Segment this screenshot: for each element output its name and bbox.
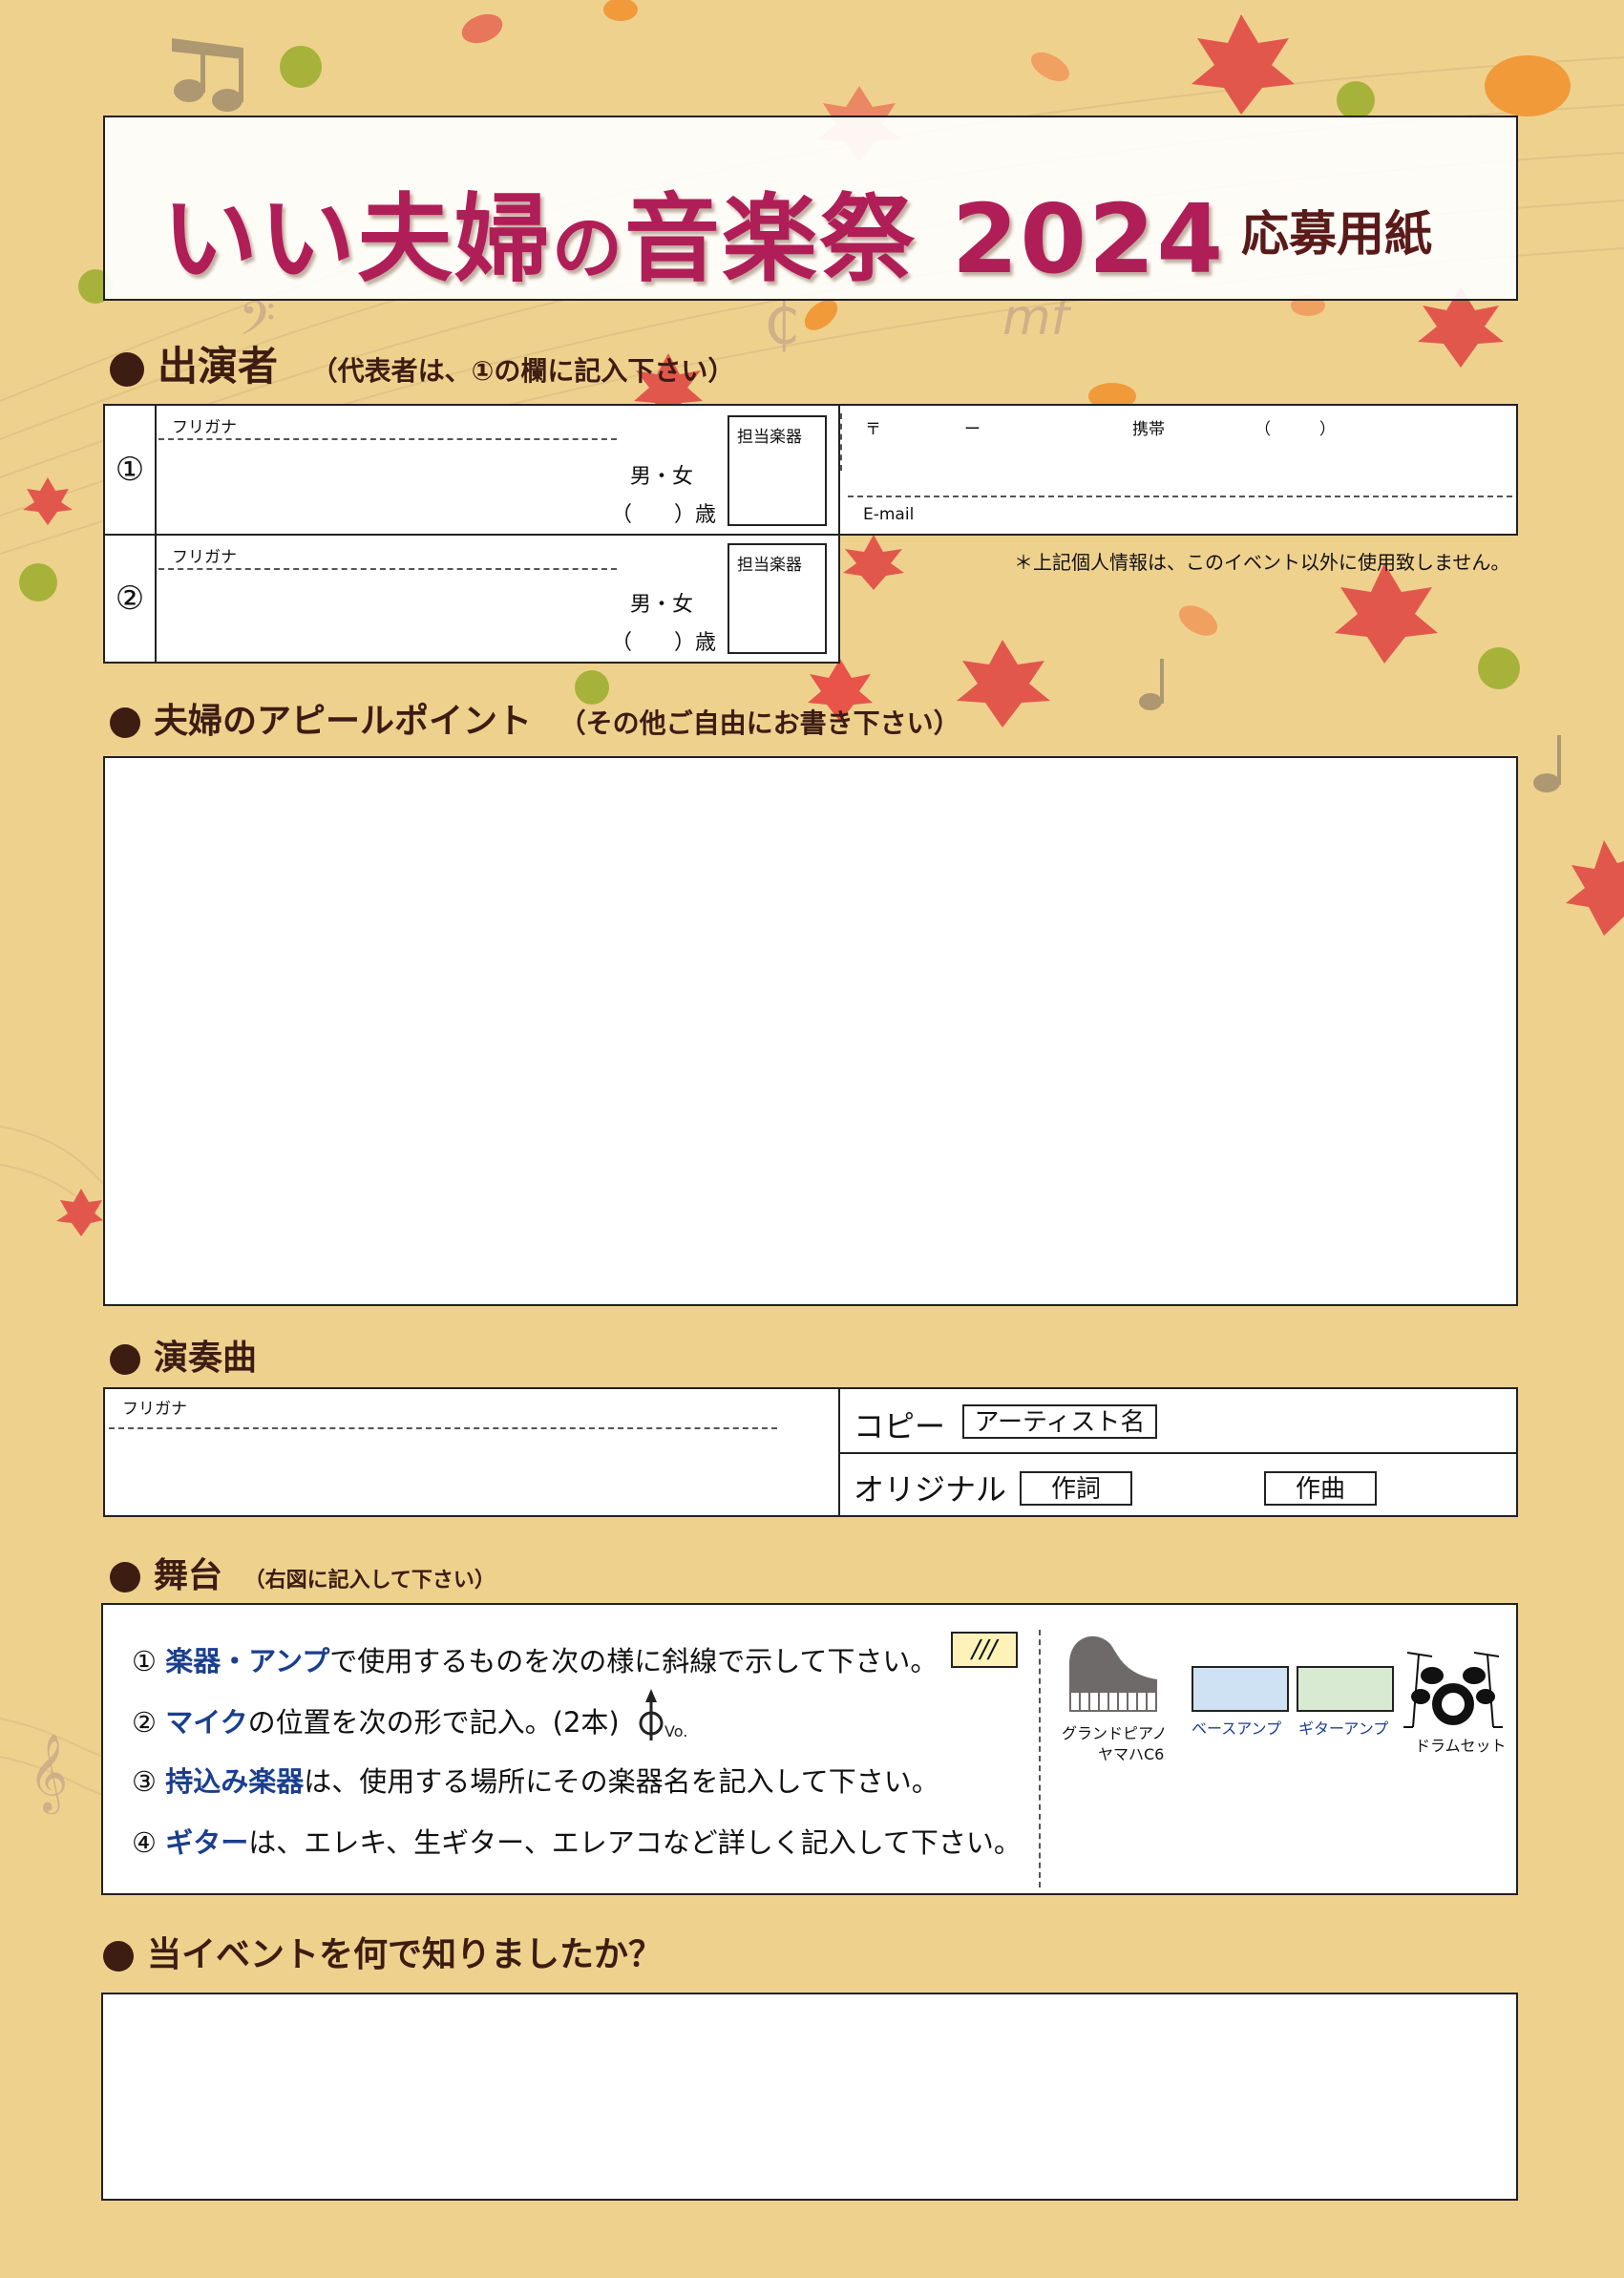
- bass-amp-label: ベースアンプ: [1192, 1719, 1282, 1738]
- instruction-4: ④ ギターは、エレキ、生ギター、エレアコなど詳しく記入して下さい。: [132, 1826, 1022, 1859]
- instruction-3: ③ 持込み楽器は、使用する場所にその楽器名を記入して下さい。: [132, 1765, 939, 1798]
- performer-row-1: ① フリガナ 男・女 （ ）歳 担当楽器: [103, 404, 840, 536]
- svg-text:𝄞: 𝄞: [29, 1733, 68, 1814]
- age-field[interactable]: （ ）歳: [611, 625, 716, 656]
- furigana-label: フリガナ: [122, 1400, 187, 1419]
- bass-amp[interactable]: [1192, 1666, 1289, 1712]
- bullet-icon: [110, 1344, 140, 1375]
- row-number: ②: [105, 536, 157, 662]
- hatch-sample: ///: [951, 1632, 1018, 1668]
- postal-label: 〒: [865, 420, 881, 439]
- source-heading: 当イベントを何で知りましたか？: [103, 1927, 663, 1976]
- bullet-icon: [110, 351, 144, 387]
- address-line[interactable]: [848, 496, 1512, 497]
- address-box: 〒 ー 携帯 （ ） E-mail: [838, 404, 1518, 536]
- composition-field[interactable]: 作曲: [1264, 1471, 1377, 1506]
- event-title: いい夫婦の音楽祭 2024: [162, 183, 1226, 295]
- furigana-line[interactable]: [158, 438, 617, 440]
- grand-piano-icon[interactable]: [1064, 1626, 1163, 1721]
- stage-divider: [1039, 1630, 1041, 1888]
- svg-text:Vo.: Vo.: [664, 1722, 687, 1740]
- age-field[interactable]: （ ）歳: [611, 497, 716, 528]
- appeal-heading: 夫婦のアピールポイント （その他ご自由にお書き下さい）: [110, 693, 960, 743]
- email-label: E-mail: [863, 505, 915, 524]
- stage-box: ① 楽器・アンプで使用するものを次の様に斜線で示して下さい。 /// ② マイク…: [101, 1603, 1518, 1895]
- original-label: オリジナル: [854, 1471, 1007, 1508]
- furigana-label: フリガナ: [172, 548, 237, 567]
- title-banner: いい夫婦の音楽祭 2024 応募用紙: [103, 116, 1518, 301]
- postal-dash: ー: [964, 420, 981, 439]
- copy-label: コピー: [854, 1408, 946, 1445]
- drums-label: ドラムセット: [1415, 1737, 1507, 1755]
- row-number: ①: [105, 406, 157, 534]
- gender-select[interactable]: 男・女: [630, 459, 693, 490]
- piano-label: グランドピアノ ヤマハC6: [1062, 1724, 1168, 1763]
- artist-field[interactable]: アーティスト名: [962, 1404, 1157, 1439]
- bullet-icon: [110, 1562, 140, 1592]
- furigana-line[interactable]: [158, 568, 617, 570]
- copy-row: コピー アーティスト名: [838, 1387, 1518, 1454]
- instrument-box[interactable]: 担当楽器: [728, 543, 827, 654]
- instruction-1: ① 楽器・アンプで使用するものを次の様に斜線で示して下さい。: [132, 1645, 939, 1677]
- instruction-2: ② マイクの位置を次の形で記入。(2本): [132, 1706, 620, 1739]
- performers-heading: 出演者 （代表者は、①の欄に記入下さい）: [110, 334, 734, 392]
- drum-set-icon[interactable]: [1400, 1639, 1507, 1731]
- gender-select[interactable]: 男・女: [630, 587, 693, 618]
- guitar-amp-label: ギターアンプ: [1298, 1719, 1389, 1738]
- original-row: オリジナル 作詞 作曲: [838, 1452, 1518, 1517]
- stage-heading: 舞台 （右図に記入して下さい）: [110, 1548, 496, 1597]
- guitar-amp[interactable]: [1297, 1666, 1394, 1712]
- bullet-icon: [110, 707, 140, 738]
- performer-row-2: ② フリガナ 男・女 （ ）歳 担当楽器: [103, 534, 840, 664]
- furigana-line[interactable]: [109, 1427, 777, 1429]
- bullet-icon: [103, 1941, 134, 1972]
- privacy-note: ＊上記個人情報は、このイベント以外に使用致しません。: [1014, 551, 1510, 574]
- songs-heading: 演奏曲: [110, 1330, 257, 1380]
- instrument-box[interactable]: 担当楽器: [728, 415, 827, 526]
- lyrics-field[interactable]: 作詞: [1020, 1471, 1132, 1506]
- furigana-label: フリガナ: [172, 418, 237, 437]
- mobile-label: 携帯: [1132, 420, 1165, 439]
- form-subtitle: 応募用紙: [1241, 206, 1432, 262]
- appeal-textarea[interactable]: [103, 756, 1518, 1306]
- mobile-paren: （ ）: [1255, 420, 1336, 439]
- svg-text:₵: ₵: [764, 291, 800, 358]
- source-textarea[interactable]: [101, 1993, 1518, 2201]
- song-title-box[interactable]: フリガナ: [103, 1387, 840, 1517]
- microphone-icon: Vo.: [639, 1689, 687, 1740]
- address-divider: [840, 413, 842, 471]
